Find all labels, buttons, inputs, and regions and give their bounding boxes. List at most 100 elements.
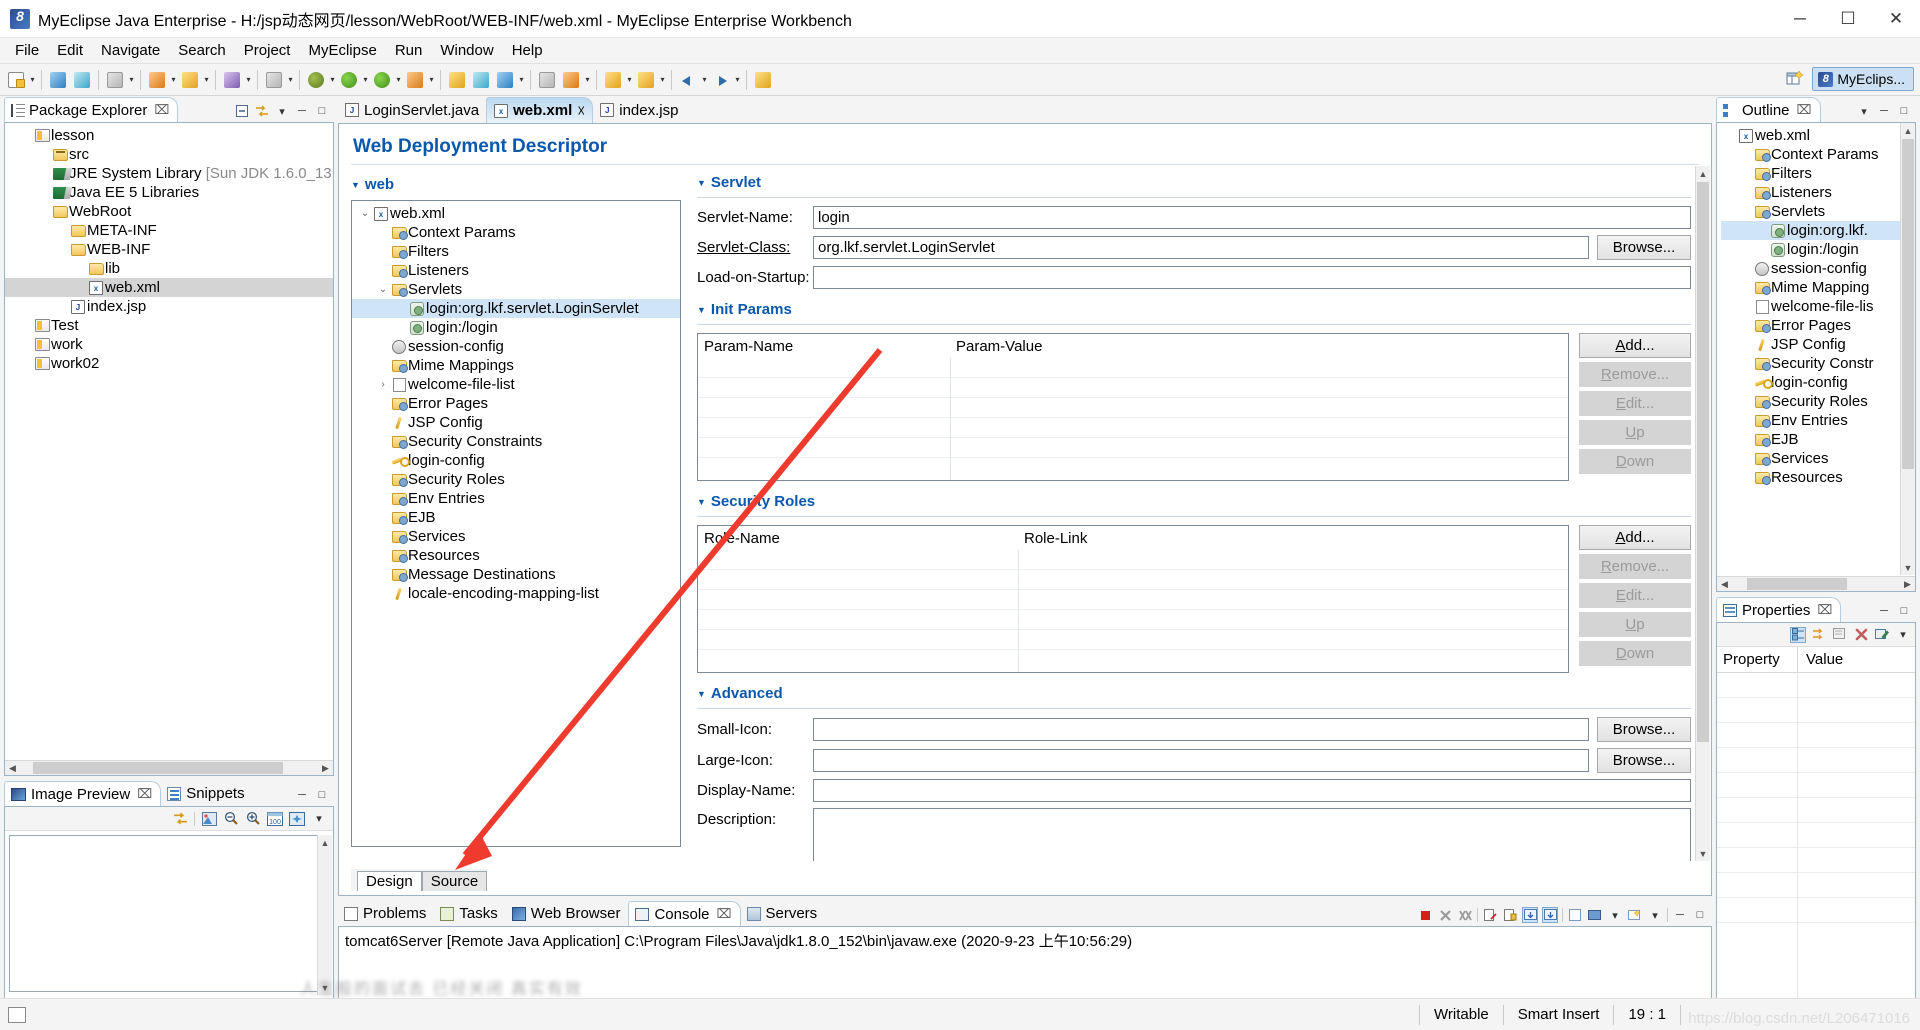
servlet-class-label[interactable]: Servlet-Class: bbox=[697, 239, 813, 256]
init-params-section-header[interactable]: ▼ Init Params bbox=[697, 301, 1691, 318]
security-roles-rows[interactable] bbox=[698, 550, 1568, 672]
show-advanced-properties-icon[interactable] bbox=[1811, 627, 1827, 643]
tree-item[interactable]: session-config bbox=[1721, 259, 1915, 278]
maximize-view-icon[interactable]: □ bbox=[1692, 907, 1708, 923]
security-roles-add-button[interactable]: Add... bbox=[1579, 525, 1691, 550]
scroll-down-icon[interactable]: ▼ bbox=[1901, 560, 1915, 575]
init-params-rows[interactable] bbox=[698, 358, 1568, 480]
small-icon-browse-button[interactable]: Browse... bbox=[1597, 717, 1691, 742]
tree-item[interactable]: JRE System Library [Sun JDK 1.6.0_13 bbox=[5, 164, 333, 183]
database-icon[interactable] bbox=[221, 69, 243, 91]
table-row[interactable] bbox=[698, 630, 1568, 650]
expand-toggle-icon[interactable]: ⌄ bbox=[358, 208, 372, 219]
tree-item[interactable]: locale-encoding-mapping-list bbox=[352, 584, 680, 603]
search-icon[interactable] bbox=[536, 69, 558, 91]
new-type-dropdown-icon[interactable]: ▾ bbox=[517, 69, 526, 91]
open-console-dropdown-icon[interactable]: ▾ bbox=[1647, 907, 1663, 923]
editor-tab-index-jsp[interactable]: J index.jsp bbox=[593, 97, 686, 123]
table-row[interactable] bbox=[698, 610, 1568, 630]
servlet-section-header[interactable]: ▼ Servlet bbox=[697, 174, 1691, 191]
tree-item[interactable]: Services bbox=[352, 527, 680, 546]
tree-item[interactable]: › welcome-file-list bbox=[352, 375, 680, 394]
tab-design[interactable]: Design bbox=[357, 871, 422, 891]
display-name-input[interactable] bbox=[813, 779, 1691, 802]
link-with-editor-icon[interactable] bbox=[254, 103, 270, 119]
tree-item[interactable]: ⌄ x web.xml bbox=[352, 204, 680, 223]
tree-item[interactable]: login:org.lkf. bbox=[1721, 221, 1915, 240]
tree-item[interactable]: JSP Config bbox=[352, 413, 680, 432]
servlet-name-input[interactable]: login bbox=[813, 206, 1691, 229]
new-interface-icon[interactable] bbox=[494, 69, 516, 91]
tree-item[interactable]: login-config bbox=[352, 451, 680, 470]
server-dropdown-icon[interactable]: ▾ bbox=[202, 69, 211, 91]
scroll-left-icon[interactable]: ◀ bbox=[1717, 577, 1732, 591]
deploy-icon[interactable] bbox=[146, 69, 168, 91]
menu-myeclipse[interactable]: MyEclipse bbox=[299, 40, 385, 61]
table-row[interactable] bbox=[1717, 673, 1915, 698]
tree-item[interactable]: ⌄ Servlets bbox=[352, 280, 680, 299]
tree-item[interactable]: JSP Config bbox=[1721, 335, 1915, 354]
open-console-icon[interactable] bbox=[1627, 907, 1643, 923]
scroll-up-icon[interactable]: ▲ bbox=[1901, 123, 1915, 138]
scroll-left-icon[interactable]: ◀ bbox=[5, 761, 20, 775]
open-type-icon[interactable] bbox=[560, 69, 582, 91]
editor-tab-loginservlet-java[interactable]: J LoginServlet.java bbox=[338, 97, 487, 123]
tree-item[interactable]: Env Entries bbox=[1721, 411, 1915, 430]
profile-dropdown-icon[interactable]: ▾ bbox=[427, 69, 436, 91]
terminate-icon[interactable] bbox=[1417, 907, 1433, 923]
previous-annotation-icon[interactable] bbox=[635, 69, 657, 91]
profile-icon[interactable] bbox=[404, 69, 426, 91]
new-class-icon[interactable] bbox=[470, 69, 492, 91]
tree-item[interactable]: src bbox=[5, 145, 333, 164]
tree-item[interactable]: Java EE 5 Libraries bbox=[5, 183, 333, 202]
description-textarea[interactable] bbox=[813, 808, 1691, 861]
table-row[interactable] bbox=[1717, 748, 1915, 773]
tree-item[interactable]: session-config bbox=[352, 337, 680, 356]
preview-image-icon[interactable] bbox=[201, 811, 217, 827]
outline-tree[interactable]: x web.xml Context Params Filters Listeners Se… bbox=[1717, 123, 1915, 487]
table-row[interactable] bbox=[698, 418, 1568, 438]
tree-item[interactable]: Env Entries bbox=[352, 489, 680, 508]
menu-run[interactable]: Run bbox=[386, 40, 432, 61]
tree-item[interactable]: Error Pages bbox=[1721, 316, 1915, 335]
scroll-up-icon[interactable]: ▲ bbox=[318, 835, 332, 850]
tree-item[interactable]: x web.xml bbox=[5, 278, 333, 297]
perspective-myeclipse-button[interactable]: 8 MyEclips... bbox=[1812, 67, 1914, 91]
show-console-on-output-icon[interactable] bbox=[1522, 907, 1538, 923]
outline-hscrollbar[interactable]: ◀ ▶ bbox=[1717, 576, 1915, 591]
editor-tab-web-xml[interactable]: x web.xml ☓ bbox=[486, 97, 594, 123]
tree-item[interactable]: Test bbox=[5, 316, 333, 335]
menu-edit[interactable]: Edit bbox=[48, 40, 92, 61]
view-menu-icon[interactable]: ▾ bbox=[274, 103, 290, 119]
link-with-editor-icon[interactable] bbox=[172, 811, 188, 827]
next-annotation-dropdown-icon[interactable]: ▾ bbox=[625, 69, 634, 91]
table-row[interactable] bbox=[698, 378, 1568, 398]
init-params-table[interactable]: Param-Name Param-Value bbox=[697, 333, 1569, 481]
print-icon[interactable] bbox=[104, 69, 126, 91]
close-icon[interactable]: ⌧ bbox=[137, 786, 152, 802]
debug-dropdown-icon[interactable]: ▾ bbox=[328, 69, 337, 91]
tab-console[interactable]: Console ⌧ bbox=[628, 901, 741, 927]
close-icon[interactable]: ☓ bbox=[577, 102, 585, 120]
view-menu-icon[interactable]: ▾ bbox=[311, 811, 327, 827]
tree-item[interactable]: Servlets bbox=[1721, 202, 1915, 221]
run-dropdown-icon[interactable]: ▾ bbox=[361, 69, 370, 91]
scroll-down-icon[interactable]: ▼ bbox=[1696, 846, 1710, 861]
tree-item[interactable]: login:org.lkf.servlet.LoginServlet bbox=[352, 299, 680, 318]
back-dropdown-icon[interactable]: ▾ bbox=[700, 69, 709, 91]
hscroll-thumb[interactable] bbox=[1747, 578, 1847, 590]
tree-item[interactable]: WebRoot bbox=[5, 202, 333, 221]
open-type-dropdown-icon[interactable]: ▾ bbox=[583, 69, 592, 91]
pin-console-icon[interactable] bbox=[1567, 907, 1583, 923]
tree-item[interactable]: Security Constraints bbox=[352, 432, 680, 451]
scroll-up-icon[interactable]: ▲ bbox=[1696, 166, 1710, 181]
remove-all-terminated-icon[interactable] bbox=[1457, 907, 1473, 923]
package-explorer-hscrollbar[interactable]: ◀ ▶ bbox=[5, 760, 333, 775]
menu-window[interactable]: Window bbox=[431, 40, 502, 61]
image-preview-vscrollbar[interactable]: ▲ ▼ bbox=[317, 835, 332, 995]
tree-item[interactable]: Security Roles bbox=[352, 470, 680, 489]
tree-item[interactable]: WEB-INF bbox=[5, 240, 333, 259]
new-wizard-icon[interactable] bbox=[5, 69, 27, 91]
tree-item[interactable]: Resources bbox=[352, 546, 680, 565]
collapse-all-icon[interactable] bbox=[234, 103, 250, 119]
